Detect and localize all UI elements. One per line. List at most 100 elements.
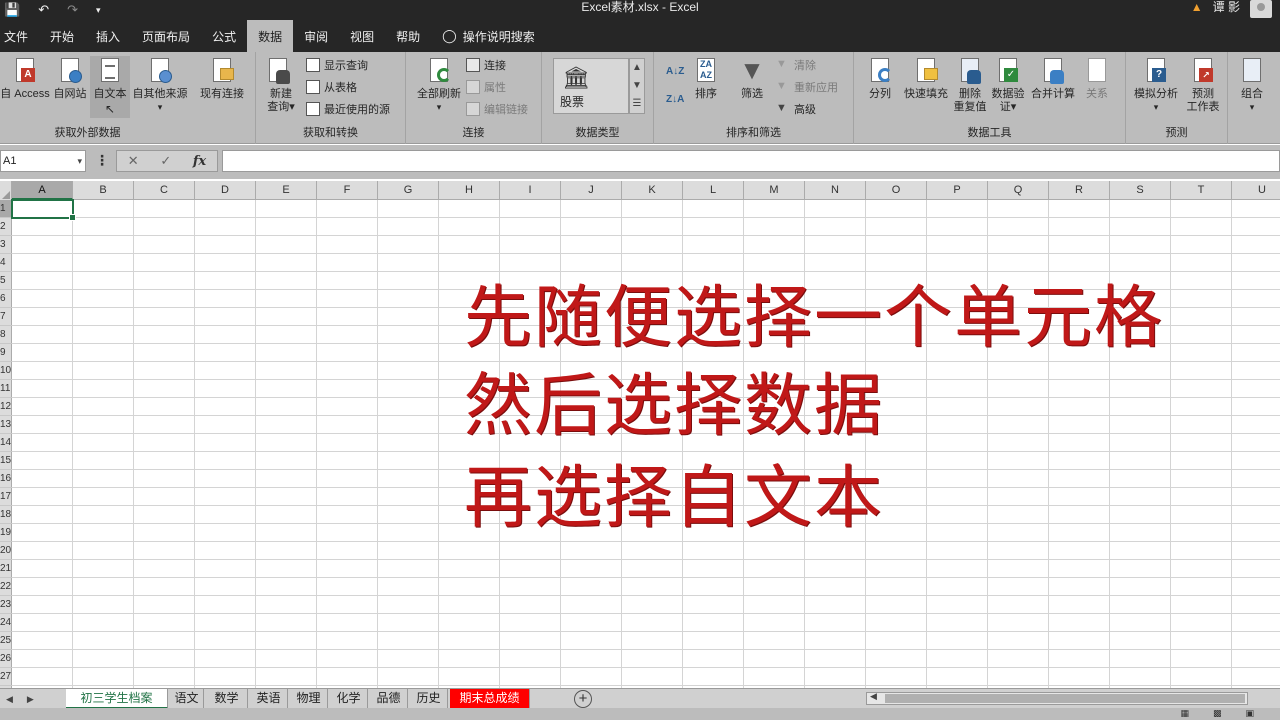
column-header[interactable]: B (73, 181, 134, 200)
row-header[interactable]: 2 (0, 218, 12, 236)
clear-filter-button[interactable]: ▼ 清除 (776, 56, 816, 74)
name-box[interactable]: A1 ▾ (0, 150, 86, 172)
column-header[interactable]: J (561, 181, 622, 200)
row-header[interactable]: 15 (0, 452, 12, 470)
sheet-nav-arrows[interactable]: ◀▶ (6, 689, 48, 709)
column-header[interactable]: S (1110, 181, 1171, 200)
row-header[interactable]: 20 (0, 542, 12, 560)
what-if-analysis-button[interactable]: ? 模拟分析 ▾ (1130, 56, 1182, 114)
column-header[interactable]: F (317, 181, 378, 200)
enter-entry-icon[interactable]: ✓ (160, 153, 171, 169)
refresh-all-button[interactable]: 全部刷新 ▾ (412, 56, 466, 114)
column-header[interactable]: U (1232, 181, 1280, 200)
text-to-columns-button[interactable]: 分列 (862, 56, 898, 101)
recent-sources-button[interactable]: 最近使用的源 (306, 100, 390, 118)
column-header[interactable]: E (256, 181, 317, 200)
column-header[interactable]: C (134, 181, 195, 200)
column-header[interactable]: Q (988, 181, 1049, 200)
sheet-tab[interactable]: 语文 (170, 689, 204, 709)
sort-az-button[interactable]: A↓Z (666, 62, 684, 80)
new-query-button[interactable]: 新建 查询▾ (264, 56, 298, 114)
sheet-tab[interactable]: 英语 (250, 689, 288, 709)
formula-bar-splitter-icon[interactable]: ⋮ (95, 152, 109, 169)
row-header[interactable]: 11 (0, 380, 12, 398)
tab-home[interactable]: 开始 (39, 20, 85, 52)
column-header[interactable]: D (195, 181, 256, 200)
tell-me-search[interactable]: ◯ 操作说明搜索 (431, 20, 546, 52)
consolidate-button[interactable]: 合并计算 (1028, 56, 1078, 101)
select-all-button[interactable] (0, 181, 12, 200)
row-header[interactable]: 8 (0, 326, 12, 344)
stocks-data-type-gallery[interactable]: 🏛 股票 (553, 58, 629, 114)
column-header[interactable]: T (1171, 181, 1232, 200)
row-header[interactable]: 12 (0, 398, 12, 416)
warning-icon[interactable]: ▲ (1191, 0, 1203, 14)
horizontal-scrollbar[interactable]: ◀ (866, 691, 1248, 705)
row-header[interactable]: 13 (0, 416, 12, 434)
sort-button[interactable]: ZA AZ 排序 (690, 56, 722, 101)
row-header[interactable]: 18 (0, 506, 12, 524)
from-text-button[interactable]: 自文本 ↖ (90, 56, 130, 118)
avatar[interactable] (1250, 0, 1272, 18)
row-header[interactable]: 7 (0, 308, 12, 326)
normal-view-icon[interactable]: ▦ (1180, 708, 1189, 719)
gallery-up-icon[interactable]: ▲ (630, 59, 644, 77)
edit-links-button[interactable]: 编辑链接 (466, 100, 528, 118)
column-header[interactable]: H (439, 181, 500, 200)
gallery-down-icon[interactable]: ▼ (630, 77, 644, 95)
sheet-tab[interactable]: 数学 (206, 689, 248, 709)
row-header[interactable]: 27 (0, 668, 12, 686)
tab-insert[interactable]: 插入 (85, 20, 131, 52)
show-queries-button[interactable]: 显示查询 (306, 56, 368, 74)
group-button[interactable]: 组合 ▾ (1232, 56, 1272, 114)
sheet-tab[interactable]: 期末总成绩 (450, 689, 530, 709)
row-header[interactable]: 3 (0, 236, 12, 254)
column-header[interactable]: N (805, 181, 866, 200)
existing-connections-button[interactable]: 现有连接 (194, 56, 250, 101)
connections-button[interactable]: 连接 (466, 56, 506, 74)
column-header[interactable]: I (500, 181, 561, 200)
column-header[interactable]: A (12, 181, 73, 200)
row-header[interactable]: 4 (0, 254, 12, 272)
worksheet-grid[interactable]: ABCDEFGHIJKLMNOPQRSTU 1 2 3 4 5 6 7 8 9 10 11 12 13 1… (0, 181, 1280, 688)
horizontal-scroll-thumb[interactable] (885, 694, 1245, 703)
remove-duplicates-button[interactable]: 删除 重复值 (952, 56, 988, 114)
row-header[interactable]: 6 (0, 290, 12, 308)
from-web-button[interactable]: 自网站 (50, 56, 90, 101)
formula-input[interactable] (222, 150, 1280, 172)
from-access-button[interactable]: A 自 Access (0, 56, 50, 101)
row-header[interactable]: 26 (0, 650, 12, 668)
row-header[interactable]: 21 (0, 560, 12, 578)
tab-file[interactable]: 文件 (0, 20, 39, 52)
scroll-left-icon[interactable]: ◀ (870, 691, 877, 702)
data-type-gallery-scroll[interactable]: ▲ ▼ ☰ (629, 58, 645, 114)
row-header[interactable]: 23 (0, 596, 12, 614)
add-sheet-button[interactable]: + (574, 690, 592, 708)
data-validation-button[interactable]: ✓ 数据验 证▾ (988, 56, 1028, 114)
row-header[interactable]: 24 (0, 614, 12, 632)
tab-view[interactable]: 视图 (339, 20, 385, 52)
sheet-tab[interactable]: 物理 (290, 689, 328, 709)
tab-page-layout[interactable]: 页面布局 (131, 20, 201, 52)
tab-formulas[interactable]: 公式 (201, 20, 247, 52)
page-layout-view-icon[interactable]: ▩ (1213, 708, 1222, 719)
properties-button[interactable]: 属性 (466, 78, 506, 96)
tab-review[interactable]: 审阅 (293, 20, 339, 52)
row-header[interactable]: 14 (0, 434, 12, 452)
column-header[interactable]: G (378, 181, 439, 200)
forecast-sheet-button[interactable]: ↗ 预测 工作表 (1182, 56, 1224, 114)
column-header[interactable]: P (927, 181, 988, 200)
sheet-tab[interactable]: 历史 (410, 689, 448, 709)
row-header[interactable]: 19 (0, 524, 12, 542)
sheet-tab[interactable]: 初三学生档案 (66, 689, 168, 709)
row-header[interactable]: 16 (0, 470, 12, 488)
cancel-entry-icon[interactable]: ✕ (128, 153, 139, 169)
from-table-button[interactable]: 从表格 (306, 78, 357, 96)
flash-fill-button[interactable]: 快速填充 (898, 56, 954, 101)
sheet-tab[interactable]: 化学 (330, 689, 368, 709)
insert-function-icon[interactable]: fx (193, 154, 206, 169)
name-box-dropdown-icon[interactable]: ▾ (77, 151, 82, 171)
active-cell-a1[interactable] (11, 199, 76, 221)
tab-help[interactable]: 帮助 (385, 20, 431, 52)
advanced-filter-button[interactable]: ▼ 高级 (776, 100, 816, 118)
